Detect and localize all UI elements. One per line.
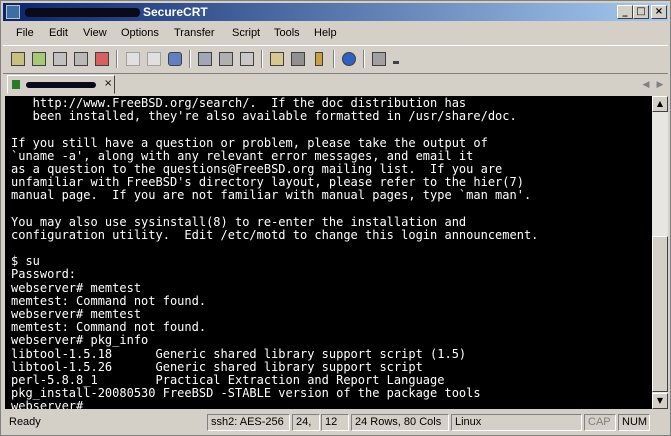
tab-close-icon[interactable]: × (104, 78, 112, 90)
menu-script[interactable]: Script (232, 27, 260, 40)
keymap-editor-icon[interactable] (289, 50, 307, 68)
status-size: 24 Rows, 80 Cols (351, 414, 449, 431)
terminal-scrollbar[interactable]: ▲ ▼ (652, 96, 668, 409)
menu-transfer[interactable]: Transfer (174, 27, 215, 40)
session-tab-strip: × ◀ ▶ (3, 73, 668, 95)
sftp-icon[interactable] (370, 50, 388, 68)
toolbar (3, 45, 668, 74)
menu-view[interactable]: View (83, 27, 107, 40)
print-icon[interactable] (196, 50, 214, 68)
status-row: 24, (292, 414, 320, 431)
print-setup-icon[interactable] (238, 50, 256, 68)
menu-options[interactable]: Options (121, 27, 159, 40)
securecrt-app-icon[interactable] (6, 5, 20, 19)
connect-in-tab-icon[interactable] (51, 50, 69, 68)
connect-icon[interactable] (9, 50, 27, 68)
terminal-line: Password: (11, 267, 77, 282)
terminal-line: configuration utility. Edit /etc/motd to… (11, 227, 539, 242)
terminal-line: `uname -a', along with any relevant erro… (11, 148, 474, 163)
status-col: 12 (321, 414, 349, 431)
menu-tools[interactable]: Tools (274, 27, 300, 40)
window-title: SecureCRT (143, 5, 208, 19)
terminal-line: webserver# pkg_info (11, 333, 149, 348)
terminal-line: libtool-1.5.26 Generic shared library su… (11, 359, 423, 374)
securecrt-window: SecureCRT _ □ × File Edit View Options T… (0, 0, 671, 436)
tab-scroll-right-icon[interactable]: ▶ (654, 77, 666, 91)
terminal-line: $ su (11, 254, 40, 269)
terminal-line: webserver# memtest (11, 280, 142, 295)
menu-file[interactable]: File (16, 27, 34, 40)
toolbar-separator (189, 50, 191, 68)
print-selection-icon[interactable] (217, 50, 235, 68)
maximize-button[interactable]: □ (633, 5, 649, 19)
redacted-session-name (25, 8, 140, 17)
menu-edit[interactable]: Edit (49, 27, 68, 40)
minimize-button[interactable]: _ (617, 5, 633, 19)
paste-icon[interactable] (145, 50, 163, 68)
status-caps-lock: CAP (584, 414, 616, 431)
disconnect-icon[interactable] (93, 50, 111, 68)
keygen-icon[interactable] (310, 50, 328, 68)
reconnect-icon[interactable] (72, 50, 90, 68)
terminal-line: been installed, they're also available f… (11, 109, 517, 124)
quick-connect-icon[interactable] (30, 50, 48, 68)
redacted-tab-name (26, 82, 96, 88)
find-icon[interactable] (166, 50, 184, 68)
terminal-line: If you still have a question or problem,… (11, 135, 488, 150)
connected-status-icon (12, 80, 20, 89)
status-text: Ready (9, 416, 41, 428)
toolbar-separator (116, 50, 118, 68)
menu-bar: File Edit View Options Transfer Script T… (3, 24, 668, 43)
toolbar-separator (363, 50, 365, 68)
terminal-line: pkg_install-20080530 FreeBSD -STABLE ver… (11, 386, 481, 401)
terminal-view[interactable]: http://www.FreeBSD.org/search/. If the d… (5, 96, 652, 409)
status-num-lock: NUM (618, 414, 650, 431)
status-bar: Ready ssh2: AES-256 24, 12 24 Rows, 80 C… (3, 412, 668, 433)
size-grip-icon[interactable] (652, 414, 666, 431)
terminal-line: libtool-1.5.18 Generic shared library su… (11, 346, 467, 361)
status-terminal-type: Linux (451, 414, 582, 431)
toolbar-separator (333, 50, 335, 68)
terminal-line: You may also use sysinstall(8) to re-ent… (11, 214, 467, 229)
copy-icon[interactable] (124, 50, 142, 68)
toolbar-separator (261, 50, 263, 68)
status-protocol: ssh2: AES-256 (207, 414, 290, 431)
help-icon[interactable] (340, 50, 358, 68)
scroll-up-icon[interactable]: ▲ (652, 96, 668, 112)
terminal-line: manual page. If you are not familiar wit… (11, 188, 532, 203)
toolbar-overflow-icon[interactable] (391, 50, 401, 68)
close-button[interactable]: × (651, 5, 667, 19)
session-options-icon[interactable] (268, 50, 286, 68)
tab-scroll-left-icon[interactable]: ◀ (640, 77, 652, 91)
scrollbar-thumb[interactable] (652, 236, 668, 392)
terminal-output: http://www.FreeBSD.org/search/. If the d… (11, 96, 539, 409)
session-tab[interactable]: × (7, 75, 115, 94)
title-bar[interactable]: SecureCRT _ □ × (3, 3, 668, 21)
scroll-down-icon[interactable]: ▼ (652, 393, 668, 409)
menu-help[interactable]: Help (314, 27, 337, 40)
terminal-line: webserver# (11, 399, 84, 409)
